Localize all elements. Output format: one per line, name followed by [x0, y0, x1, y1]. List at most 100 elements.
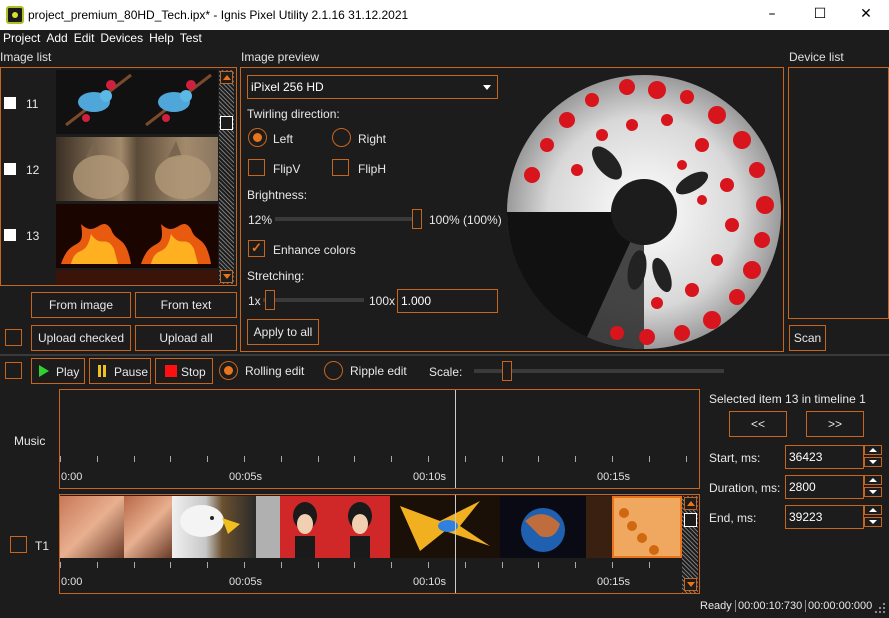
rolling-edit-radio[interactable]	[219, 361, 238, 380]
resize-grip-icon[interactable]	[874, 602, 886, 614]
twirl-left-label: Left	[273, 132, 294, 146]
scroll-down-icon[interactable]	[220, 270, 233, 283]
t1-checkbox[interactable]	[10, 536, 27, 553]
start-decrement-icon[interactable]	[864, 457, 882, 467]
ruler-tick	[317, 562, 319, 568]
end-increment-icon[interactable]	[864, 505, 882, 515]
status-time-current: 00:00:10:730	[735, 600, 802, 612]
rolling-edit-label: Rolling edit	[245, 364, 305, 378]
flipv-label: FlipV	[273, 162, 301, 176]
from-image-button[interactable]: From image	[31, 292, 131, 318]
stop-button[interactable]: Stop	[155, 358, 213, 384]
tick-label: 0:00	[61, 471, 83, 483]
fliph-checkbox[interactable]	[332, 159, 349, 176]
ruler-tick	[575, 456, 577, 462]
play-button[interactable]: Play	[31, 358, 85, 384]
scale-slider-handle[interactable]	[502, 361, 512, 381]
t1-track-label: T1	[35, 539, 50, 553]
brightness-slider-handle[interactable]	[412, 209, 422, 229]
from-text-button[interactable]: From text	[135, 292, 237, 318]
scroll-up-icon[interactable]	[684, 497, 697, 510]
preview-disc	[506, 75, 782, 350]
stop-label: Stop	[181, 365, 206, 379]
ruler-tick	[96, 456, 98, 462]
menu-test[interactable]: Test	[177, 30, 205, 47]
start-label: Start, ms:	[709, 451, 761, 465]
item-checkbox-13[interactable]	[4, 229, 16, 241]
clip-pinup-girl[interactable]	[280, 496, 390, 558]
clip-planet[interactable]	[586, 496, 612, 558]
twirl-right-label: Right	[358, 132, 387, 146]
stretch-slider-handle[interactable]	[265, 290, 275, 310]
clip-woman-portrait[interactable]	[124, 496, 172, 558]
menu-help[interactable]: Help	[146, 30, 177, 47]
pause-label: Pause	[114, 365, 149, 379]
scroll-thumb[interactable]	[220, 116, 233, 130]
hologram-preview-image	[506, 75, 781, 349]
clip-coins-selected[interactable]	[612, 496, 682, 558]
upload-all-button[interactable]: Upload all	[135, 325, 237, 351]
stretch-slider-track[interactable]	[263, 298, 364, 302]
brightness-label: Brightness:	[247, 188, 308, 202]
close-button[interactable]: ✕	[843, 0, 889, 30]
next-item-button[interactable]: >>	[806, 411, 864, 437]
flipv-checkbox[interactable]	[248, 159, 265, 176]
duration-increment-icon[interactable]	[864, 475, 882, 485]
timeline-select-checkbox[interactable]	[5, 362, 22, 379]
pause-button[interactable]: Pause	[89, 358, 151, 384]
scroll-up-icon[interactable]	[220, 71, 233, 84]
scan-button[interactable]: Scan	[789, 325, 826, 351]
clip-parrot[interactable]	[390, 496, 500, 558]
tick-label: 00:15s	[597, 576, 631, 588]
start-ms-input[interactable]: 36423	[785, 445, 864, 469]
item-checkbox-11[interactable]	[4, 97, 16, 109]
twirl-left-radio[interactable]	[248, 128, 267, 147]
clip-eagle[interactable]	[256, 496, 280, 558]
menu-edit[interactable]: Edit	[71, 30, 98, 47]
ruler-tick	[244, 562, 245, 568]
clip-planet[interactable]	[500, 496, 586, 558]
ripple-edit-radio[interactable]	[324, 361, 343, 380]
previous-item-button[interactable]: <<	[729, 411, 787, 437]
duration-ms-input[interactable]: 2800	[785, 475, 864, 499]
thumbnail-fire[interactable]	[56, 204, 218, 268]
item-checkbox-12[interactable]	[4, 163, 16, 175]
end-decrement-icon[interactable]	[864, 517, 882, 527]
device-type-select[interactable]: iPixel 256 HD	[247, 75, 498, 99]
enhance-colors-checkbox[interactable]	[248, 240, 265, 257]
brightness-slider-track[interactable]	[275, 217, 420, 221]
maximize-button[interactable]: ☐	[797, 0, 843, 30]
ruler-tick	[354, 562, 356, 568]
clip-woman-portrait[interactable]	[60, 496, 124, 558]
menu-add[interactable]: Add	[43, 30, 70, 47]
clip-eagle[interactable]	[172, 496, 256, 558]
duration-decrement-icon[interactable]	[864, 487, 882, 497]
minimize-button[interactable]: –	[749, 0, 795, 30]
check-all-checkbox[interactable]	[5, 329, 22, 346]
start-increment-icon[interactable]	[864, 445, 882, 455]
menu-project[interactable]: Project	[0, 30, 43, 47]
twirl-right-radio[interactable]	[332, 128, 351, 147]
scroll-down-icon[interactable]	[684, 578, 697, 591]
scroll-thumb[interactable]	[684, 513, 697, 527]
device-list-panel[interactable]	[788, 67, 889, 319]
eagle-image-icon	[180, 505, 240, 537]
ruler-tick	[501, 562, 503, 568]
ruler-tick	[244, 456, 245, 462]
upload-checked-button[interactable]: Upload checked	[31, 325, 131, 351]
image-preview-label: Image preview	[241, 50, 320, 64]
apply-to-all-button[interactable]: Apply to all	[247, 319, 319, 345]
menu-devices[interactable]: Devices	[97, 30, 146, 47]
ruler-tick	[538, 456, 540, 462]
stretch-value-input[interactable]: 1.000	[397, 289, 498, 313]
title-bar: project_premium_80HD_Tech.ipx* - Ignis P…	[0, 0, 889, 30]
thumbnail-cat[interactable]	[56, 137, 218, 201]
item-number: 11	[26, 97, 39, 111]
ruler-tick	[648, 562, 650, 568]
thumbnail-birds[interactable]	[56, 70, 218, 134]
ruler-tick	[280, 456, 282, 462]
end-ms-input[interactable]: 39223	[785, 505, 864, 529]
fire-dragon-image-icon	[61, 224, 211, 264]
image-list-scrollbar[interactable]	[219, 70, 234, 284]
stretch-max-label: 100x	[369, 294, 396, 308]
